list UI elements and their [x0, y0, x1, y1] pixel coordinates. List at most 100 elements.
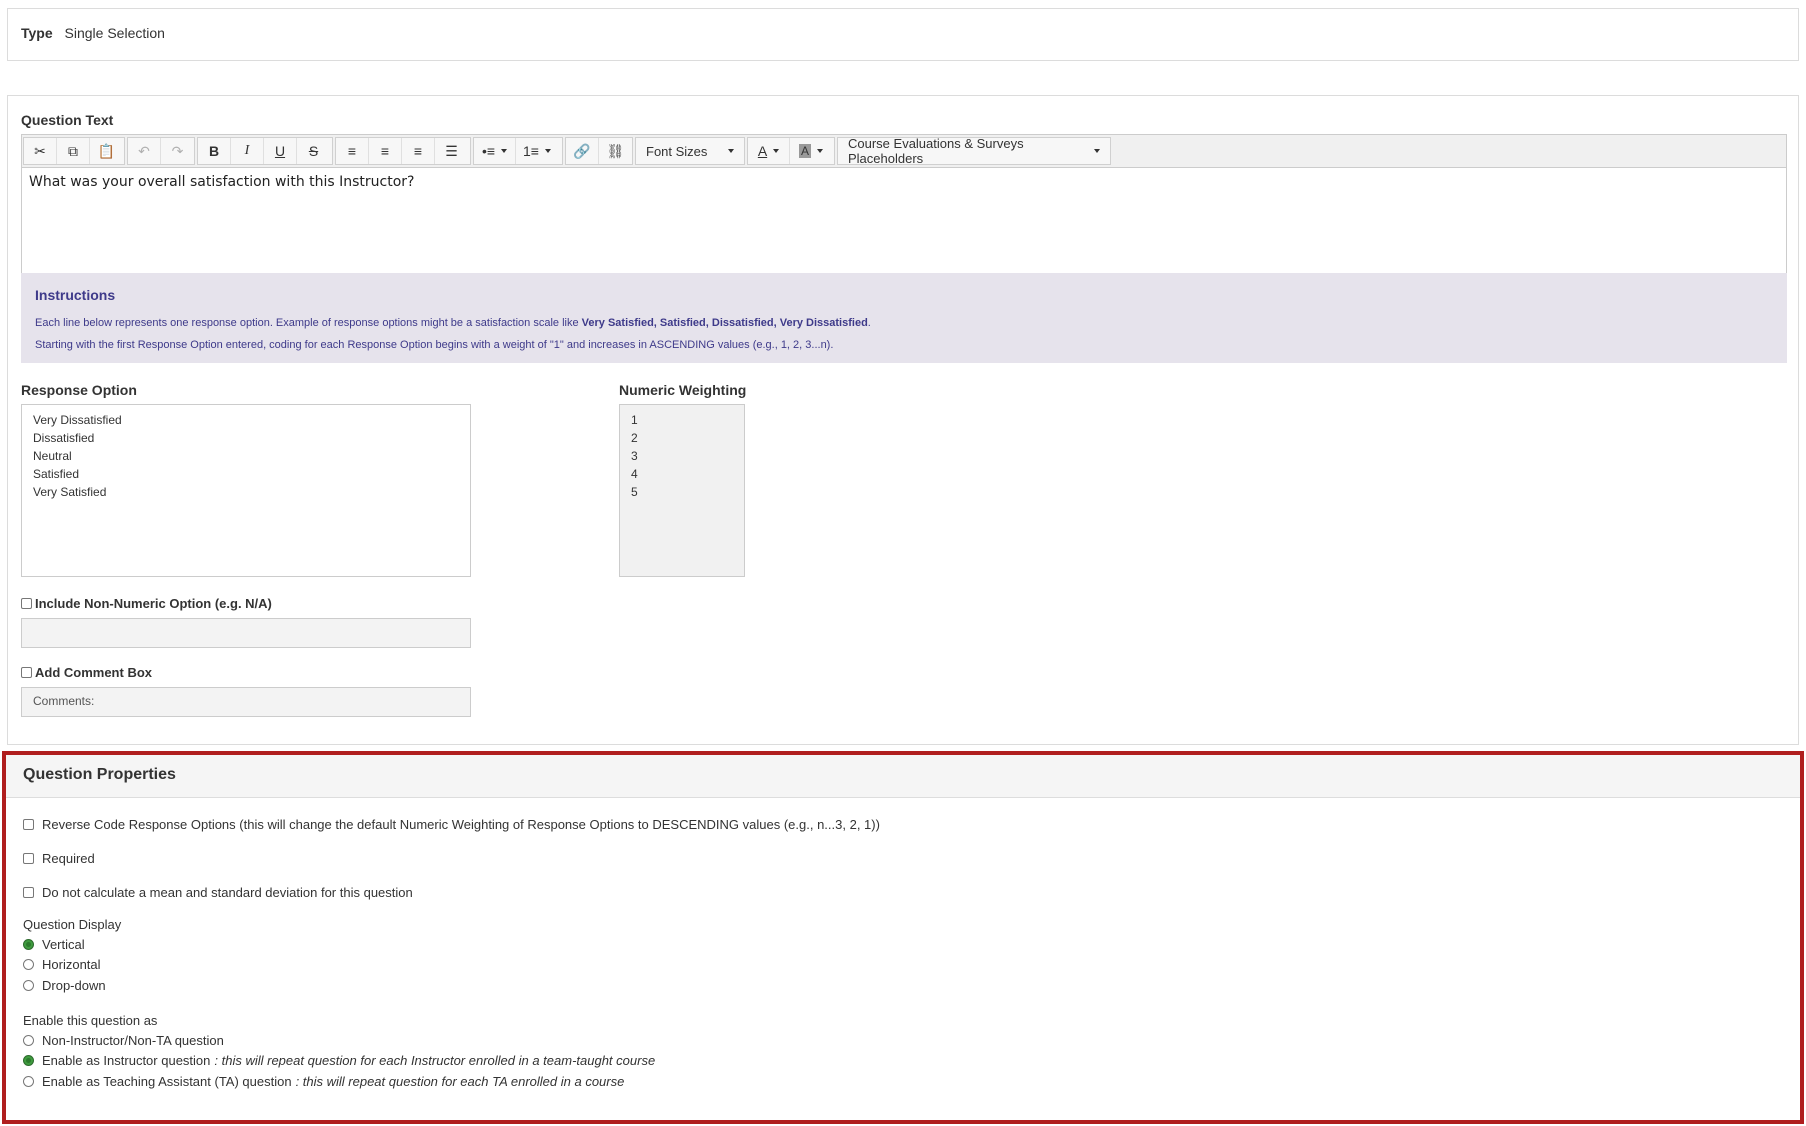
enable-option-note: : this will repeat question for each Ins…: [214, 1053, 656, 1068]
instructions-line-1-prefix: Each line below represents one response …: [35, 317, 582, 329]
weight-item: 1: [631, 413, 638, 427]
instructions-line-1-bold: Very Satisfied, Satisfied, Dissatisfied,…: [581, 317, 868, 329]
response-option-item: Satisfied: [33, 467, 80, 481]
question-text-content[interactable]: What was your overall satisfaction with …: [29, 174, 415, 190]
question-properties-header: Question Properties: [6, 755, 1800, 798]
bullet-list-icon[interactable]: •≡: [474, 138, 516, 164]
enable-option-label: Non-Instructor/Non-TA question: [42, 1033, 224, 1048]
numeric-weighting-list: 1 2 3 4 5: [619, 404, 745, 577]
align-left-icon[interactable]: ≡: [336, 138, 369, 164]
response-option-item: Dissatisfied: [33, 431, 95, 445]
no-mean-label: Do not calculate a mean and standard dev…: [42, 885, 413, 900]
reverse-code-checkbox[interactable]: [23, 819, 34, 830]
display-option-dropdown: Drop-down: [23, 978, 106, 993]
enable-option-label: Enable as Teaching Assistant (TA) questi…: [42, 1074, 292, 1089]
display-option-label: Horizontal: [42, 957, 101, 972]
enable-option-instructor: Enable as Instructor question : this wil…: [23, 1053, 655, 1068]
bold-icon[interactable]: B: [198, 138, 231, 164]
response-option-textarea[interactable]: Very Dissatisfied Dissatisfied Neutral S…: [21, 404, 471, 577]
link-group: 🔗 ⛓: [565, 137, 633, 165]
chevron-down-icon: [728, 149, 734, 153]
text-color-icon[interactable]: A: [748, 138, 790, 164]
background-color-icon[interactable]: A: [790, 138, 832, 164]
required-row: Required: [23, 851, 95, 866]
comment-box-checkbox[interactable]: [21, 667, 32, 678]
response-option-item: Very Dissatisfied: [33, 413, 122, 427]
non-numeric-checkbox[interactable]: [21, 598, 32, 609]
instructions-line-1-suffix: .: [867, 317, 871, 329]
numeric-weighting-label: Numeric Weighting: [619, 382, 747, 398]
clipboard-group: ✂ ⧉ 📋: [23, 137, 125, 165]
color-group: A A: [747, 137, 835, 165]
enable-option-label: Enable as Instructor question: [42, 1053, 211, 1068]
type-row: Type Single Selection: [21, 25, 165, 41]
display-option-label: Vertical: [42, 937, 85, 952]
weight-item: 5: [631, 485, 638, 499]
weight-item: 2: [631, 431, 638, 445]
list-group: •≡ 1≡: [473, 137, 563, 165]
question-display-label: Question Display: [23, 917, 122, 932]
underline-icon[interactable]: U: [264, 138, 297, 164]
placeholders-dropdown[interactable]: Course Evaluations & Surveys Placeholder…: [837, 136, 1111, 166]
italic-icon[interactable]: I: [231, 138, 264, 164]
cut-icon[interactable]: ✂: [24, 138, 57, 164]
align-group: ≡ ≡ ≡ ☰: [335, 137, 471, 165]
placeholders-label: Course Evaluations & Surveys Placeholder…: [848, 136, 1024, 166]
response-option-item: Very Satisfied: [33, 485, 107, 499]
numbered-list-icon[interactable]: 1≡: [516, 138, 558, 164]
rich-text-editor[interactable]: ✂ ⧉ 📋 ↶ ↷ B I U S ≡ ≡ ≡ ☰ •≡ 1≡ 🔗 ⛓ Font…: [21, 134, 1787, 294]
no-mean-checkbox[interactable]: [23, 887, 34, 898]
display-dropdown-radio[interactable]: [23, 980, 34, 991]
required-checkbox[interactable]: [23, 853, 34, 864]
display-option-label: Drop-down: [42, 978, 106, 993]
display-horizontal-radio[interactable]: [23, 959, 34, 970]
enable-option-ta: Enable as Teaching Assistant (TA) questi…: [23, 1074, 624, 1089]
font-sizes-label: Font Sizes: [646, 143, 708, 159]
question-properties-title: Question Properties: [23, 766, 176, 783]
history-group: ↶ ↷: [127, 137, 195, 165]
redo-icon[interactable]: ↷: [161, 138, 194, 164]
comment-box-input: Comments:: [21, 687, 471, 717]
undo-icon[interactable]: ↶: [128, 138, 161, 164]
align-justify-icon[interactable]: ☰: [435, 138, 468, 164]
weight-item: 3: [631, 449, 638, 463]
reverse-code-label: Reverse Code Response Options (this will…: [42, 817, 880, 832]
enable-option-non-instructor: Non-Instructor/Non-TA question: [23, 1033, 224, 1048]
link-icon[interactable]: 🔗: [566, 138, 599, 164]
instructions-line-2: Starting with the first Response Option …: [35, 339, 834, 351]
weight-item: 4: [631, 467, 638, 481]
align-right-icon[interactable]: ≡: [402, 138, 435, 164]
unlink-icon[interactable]: ⛓: [599, 138, 632, 164]
enable-ta-radio[interactable]: [23, 1076, 34, 1087]
display-option-horizontal: Horizontal: [23, 957, 101, 972]
font-sizes-dropdown[interactable]: Font Sizes: [635, 137, 745, 165]
question-text-label: Question Text: [21, 112, 114, 128]
paste-icon[interactable]: 📋: [90, 138, 123, 164]
no-mean-row: Do not calculate a mean and standard dev…: [23, 885, 413, 900]
display-vertical-radio[interactable]: [23, 939, 34, 950]
response-option-item: Neutral: [33, 449, 72, 463]
instructions-title: Instructions: [35, 287, 116, 303]
enable-instructor-radio[interactable]: [23, 1055, 34, 1066]
format-group: B I U S: [197, 137, 333, 165]
chevron-down-icon: [1094, 149, 1100, 153]
editor-toolbar: ✂ ⧉ 📋 ↶ ↷ B I U S ≡ ≡ ≡ ☰ •≡ 1≡ 🔗 ⛓ Font…: [22, 135, 1786, 168]
instructions-line-1: Each line below represents one response …: [35, 312, 1773, 334]
type-value: Single Selection: [64, 25, 165, 41]
align-center-icon[interactable]: ≡: [369, 138, 402, 164]
copy-icon[interactable]: ⧉: [57, 138, 90, 164]
required-label: Required: [42, 851, 95, 866]
question-properties-panel: Question Properties Reverse Code Respons…: [2, 751, 1804, 1124]
strikethrough-icon[interactable]: S: [297, 138, 330, 164]
display-option-vertical: Vertical: [23, 937, 85, 952]
enable-option-note: : this will repeat question for each TA …: [295, 1074, 625, 1089]
reverse-code-row: Reverse Code Response Options (this will…: [23, 817, 880, 832]
comment-box-label: Add Comment Box: [35, 665, 152, 680]
type-label: Type: [21, 25, 53, 41]
comment-box-row: Add Comment Box: [21, 665, 152, 680]
enable-non-instructor-radio[interactable]: [23, 1035, 34, 1046]
non-numeric-input: [21, 618, 471, 648]
instructions-box: Instructions Each line below represents …: [21, 273, 1787, 363]
response-option-label: Response Option: [21, 382, 137, 398]
enable-question-label: Enable this question as: [23, 1013, 158, 1028]
